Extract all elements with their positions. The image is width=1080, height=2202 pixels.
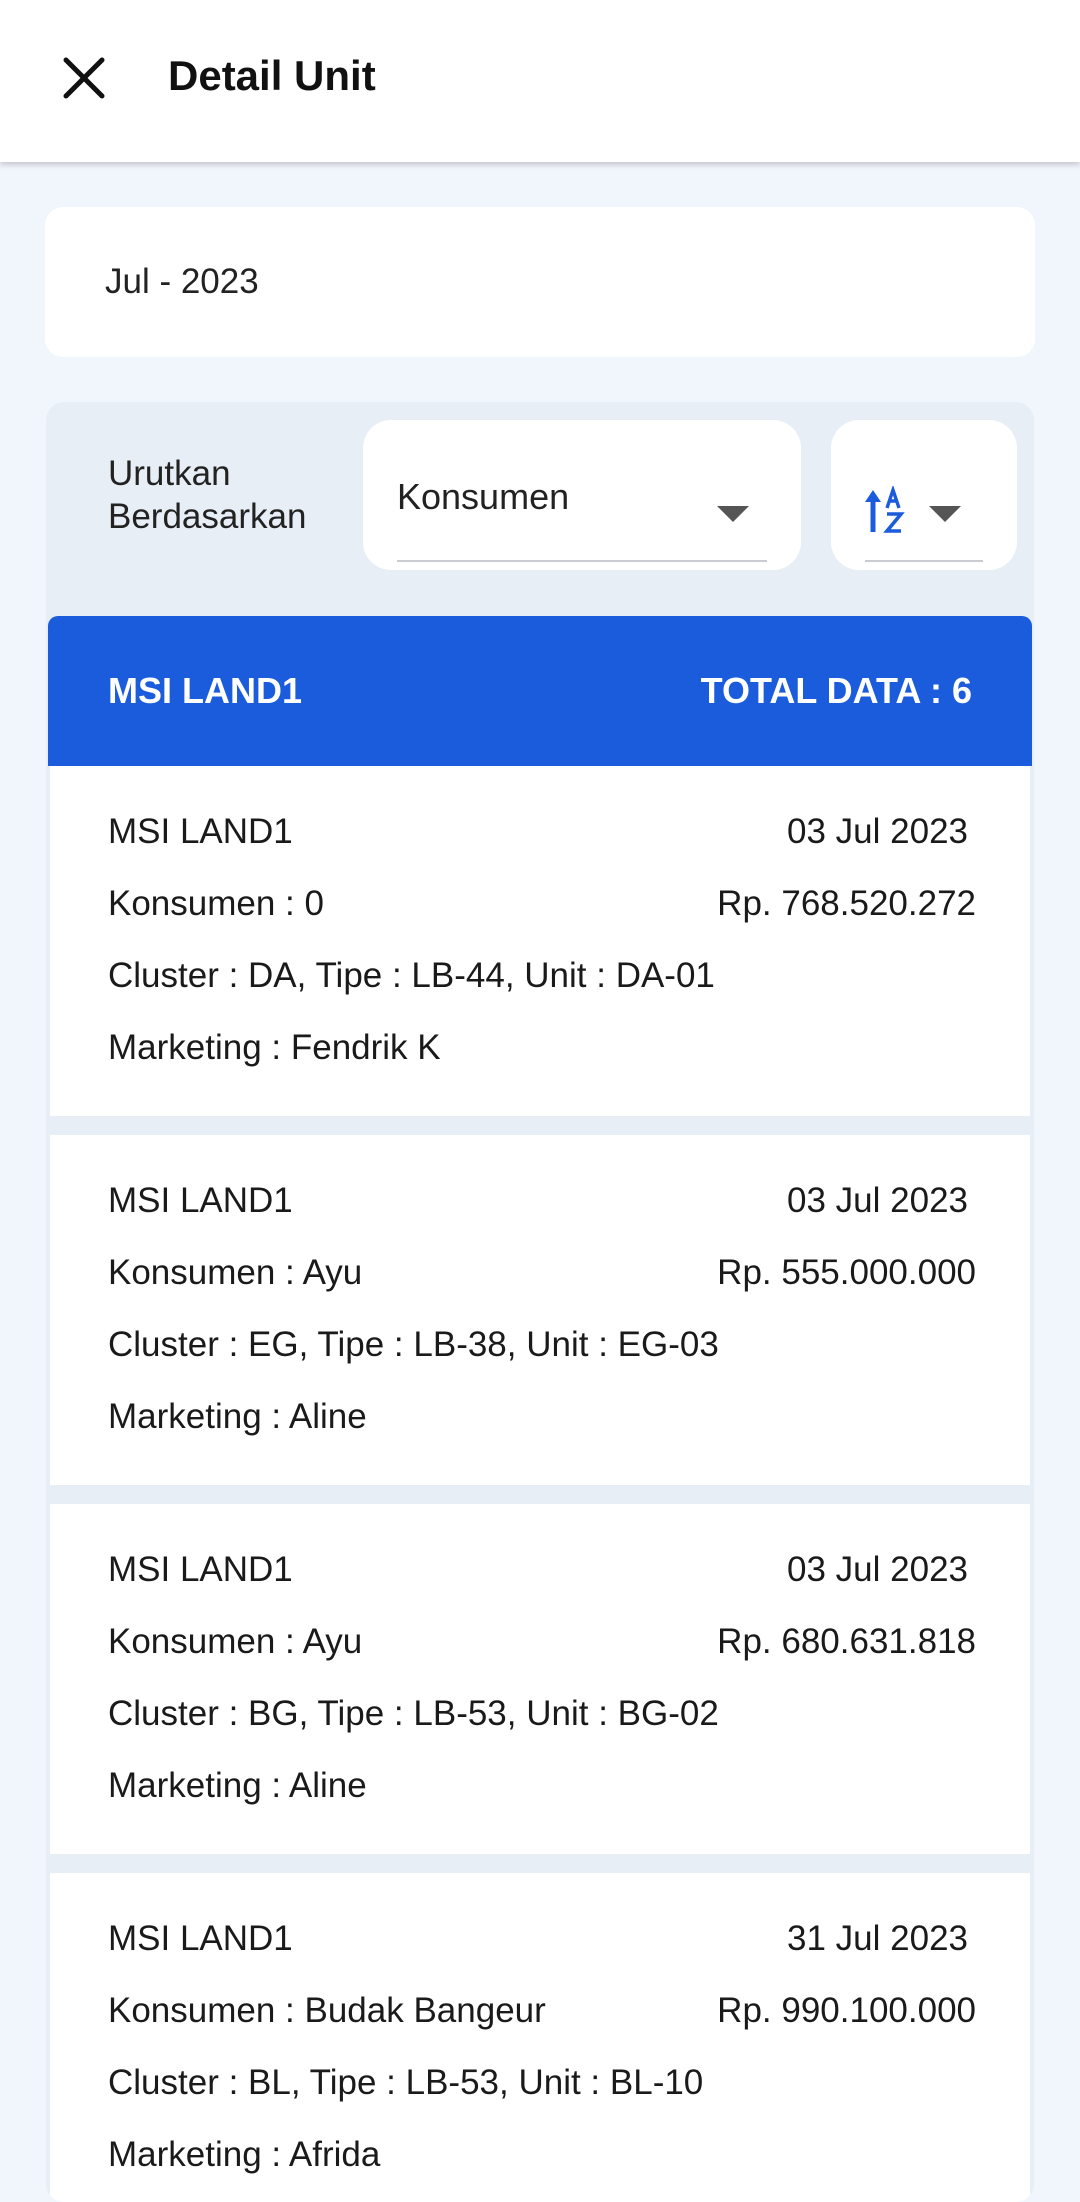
item-detail: Cluster : BL, Tipe : LB-53, Unit : BL-10 [108,2063,704,2102]
item-price: Rp. 990.100.000 [717,1991,976,2030]
item-konsumen: Konsumen : Budak Bangeur [108,1991,546,2030]
item-price: Rp. 555.000.000 [717,1253,976,1292]
item-detail: Cluster : BG, Tipe : LB-53, Unit : BG-02 [108,1694,719,1733]
sort-order-dropdown[interactable] [831,420,1017,570]
chevron-down-icon [929,506,961,522]
item-company: MSI LAND1 [108,1181,293,1220]
list-item[interactable]: MSI LAND1 03 Jul 2023 Konsumen : Ayu Rp.… [50,1135,1030,1485]
item-marketing: Marketing : Fendrik K [108,1028,441,1067]
item-price: Rp. 680.631.818 [717,1622,976,1661]
item-company: MSI LAND1 [108,1919,293,1958]
group-name: MSI LAND1 [108,670,303,711]
item-marketing: Marketing : Afrida [108,2135,381,2174]
sort-label: Urutkan Berdasarkan [108,454,307,536]
item-konsumen: Konsumen : Ayu [108,1622,363,1661]
item-konsumen: Konsumen : 0 [108,884,324,923]
item-konsumen: Konsumen : Ayu [108,1253,363,1292]
close-button[interactable] [46,46,122,110]
item-date: 03 Jul 2023 [787,1550,968,1589]
list-item[interactable]: MSI LAND1 03 Jul 2023 Konsumen : Ayu Rp.… [50,1504,1030,1854]
period-selector[interactable]: Jul - 2023 [45,207,1035,357]
item-detail: Cluster : DA, Tipe : LB-44, Unit : DA-01 [108,956,715,995]
dropdown-underline [865,560,983,562]
chevron-down-icon [717,506,749,522]
item-company: MSI LAND1 [108,812,293,851]
app-bar: Detail Unit [0,0,1080,162]
item-date: 31 Jul 2023 [787,1919,968,1958]
group-header: MSI LAND1 TOTAL DATA : 6 [48,616,1032,766]
item-detail: Cluster : EG, Tipe : LB-38, Unit : EG-03 [108,1325,719,1364]
item-date: 03 Jul 2023 [787,1181,968,1220]
unit-panel: Urutkan Berdasarkan Konsumen MSI LAND1 T… [46,402,1034,2202]
period-value: Jul - 2023 [105,262,259,301]
item-company: MSI LAND1 [108,1550,293,1589]
sort-field-value: Konsumen [397,476,570,517]
close-icon [63,57,105,99]
item-marketing: Marketing : Aline [108,1397,367,1436]
item-price: Rp. 768.520.272 [717,884,976,923]
total-data-count: TOTAL DATA : 6 [700,670,972,711]
sort-alpha-ascending-icon [865,486,905,533]
dropdown-underline [397,560,767,562]
list-item[interactable]: MSI LAND1 31 Jul 2023 Konsumen : Budak B… [50,1873,1030,2202]
item-date: 03 Jul 2023 [787,812,968,851]
item-marketing: Marketing : Aline [108,1766,367,1805]
sort-field-dropdown[interactable]: Konsumen [363,420,801,570]
list-item[interactable]: MSI LAND1 03 Jul 2023 Konsumen : 0 Rp. 7… [50,766,1030,1116]
page-title: Detail Unit [168,52,376,99]
